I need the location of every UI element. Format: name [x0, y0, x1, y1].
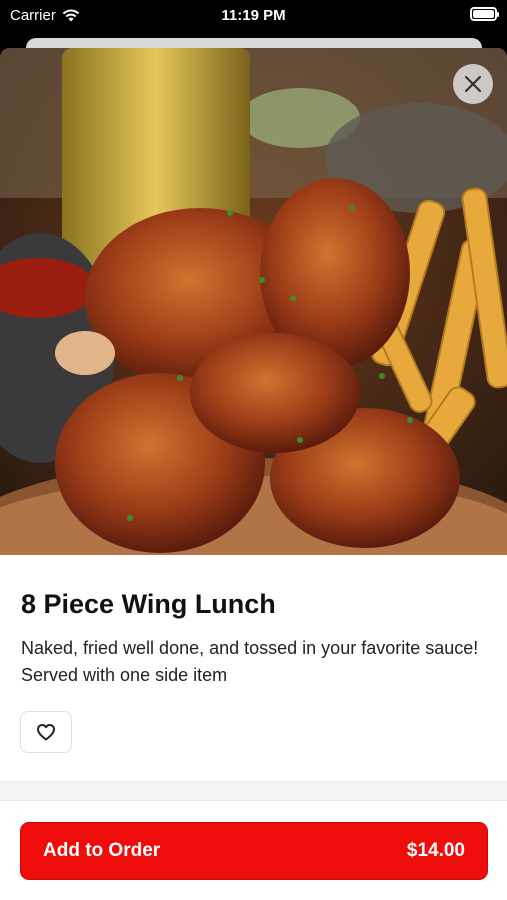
close-button[interactable] — [453, 64, 493, 104]
add-to-order-label: Add to Order — [43, 840, 161, 861]
favorite-button[interactable] — [20, 711, 72, 753]
heart-icon — [37, 724, 55, 741]
status-bar: Carrier 11:19 PM — [0, 0, 507, 32]
item-description: Naked, fried well done, and tossed in yo… — [21, 638, 479, 685]
battery-icon — [470, 7, 499, 21]
item-photo — [0, 48, 507, 555]
item-price: $14.00 — [406, 840, 465, 861]
status-time: 11:19 PM — [221, 7, 286, 24]
item-detail-sheet: 8 Piece Wing Lunch Naked, fried well don… — [0, 48, 507, 900]
section-divider — [0, 781, 507, 801]
item-title: 8 Piece Wing Lunch — [21, 589, 276, 619]
close-icon — [464, 75, 482, 93]
add-to-order-button[interactable]: Add to Order $14.00 — [20, 822, 488, 880]
